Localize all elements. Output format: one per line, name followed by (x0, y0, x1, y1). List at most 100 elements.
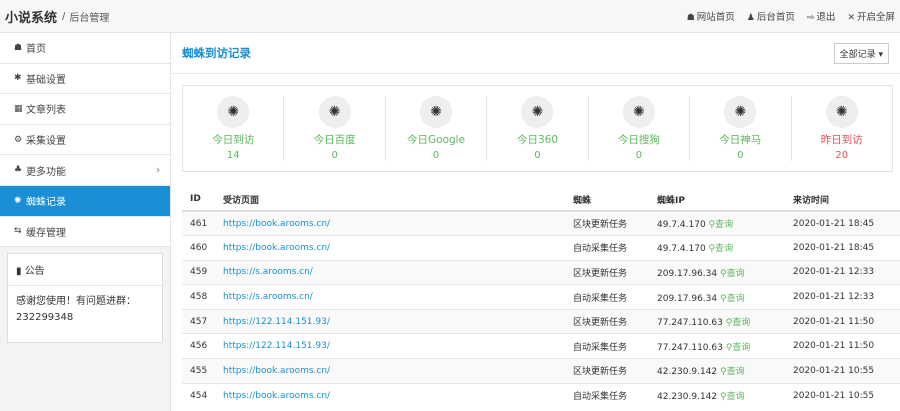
notice-body: 感谢您使用！有问题进群：232299348 (16, 296, 136, 324)
spider-name: 区块更新任务 (565, 210, 649, 236)
query-label: 查询 (726, 392, 745, 403)
spider-ip: 209.17.96.34 (657, 293, 718, 304)
query-label: 查询 (726, 293, 745, 304)
query-link[interactable]: ⚲查询 (709, 220, 734, 230)
spider-table: ID 受访页面 蜘蛛 蜘蛛IP 来访时间 461 https://book.arooms.… (182, 188, 900, 408)
bug-icon: ✺ (724, 96, 757, 128)
sitemap-icon: ♣ (14, 165, 23, 176)
top-nav-link[interactable]: ♟ 后台首页 (747, 9, 795, 23)
sidebar-item[interactable]: ⇆ 缓存管理 (0, 216, 170, 248)
visited-page-link[interactable]: https://book.arooms.cn/ (223, 366, 330, 376)
top-nav-link[interactable]: ✕ 开启全屏 (847, 9, 895, 23)
row-id: 455 (182, 358, 215, 384)
stat-label: 今日360 (516, 134, 558, 146)
top-nav-link[interactable]: ⇨ 退出 (807, 9, 836, 23)
top-nav-label: 开启全屏 (856, 12, 895, 23)
top-nav-label: 网站首页 (696, 12, 735, 23)
search-icon: ⚲ (720, 392, 727, 403)
spider-name: 自动采集任务 (565, 284, 649, 310)
sidebar-item[interactable]: ☗ 首页 (0, 33, 170, 64)
visited-page-link[interactable]: https://s.arooms.cn/ (223, 292, 313, 302)
row-id: 461 (182, 210, 215, 236)
query-label: 查询 (732, 342, 751, 353)
spider-ip: 49.7.4.170 (657, 220, 706, 231)
sidebar-item-label: 蜘蛛记录 (26, 197, 66, 209)
stat-item: ✺ 今日百度 0 (284, 96, 386, 161)
visited-page-link[interactable]: https://s.arooms.cn/ (223, 267, 313, 277)
row-id: 460 (182, 235, 215, 261)
row-id: 458 (182, 284, 215, 310)
visit-time: 2020-01-21 10:55 (785, 358, 900, 384)
visit-time: 2020-01-21 12:33 (785, 284, 900, 310)
spider-name: 区块更新任务 (565, 259, 649, 285)
main-content: 蜘蛛到访记录 全部记录 ▾ ✺ 今日到访 14 ✺ 今日百度 0 ✺ 今日Google 0 ✺ 今日… (171, 33, 900, 411)
visit-time: 2020-01-21 12:33 (785, 259, 900, 285)
query-link[interactable]: ⚲查询 (720, 392, 745, 402)
spider-name: 区块更新任务 (565, 358, 649, 384)
stat-value: 20 (835, 150, 849, 161)
stat-label: 昨日到访 (820, 134, 863, 146)
stat-item: ✺ 昨日到访 20 (792, 96, 892, 161)
spider-ip: 42.230.9.142 (657, 392, 718, 403)
query-link[interactable]: ⚲查询 (726, 343, 751, 353)
bookmark-icon: ▮ (16, 266, 25, 278)
notice-panel: ▮ 公告 感谢您使用！有问题进群：232299348 (7, 253, 163, 344)
visit-time: 2020-01-21 18:45 (785, 210, 900, 236)
query-link[interactable]: ⚲查询 (726, 318, 751, 328)
table-row: 454 https://book.arooms.cn/自动采集任务 42.230.9… (182, 382, 900, 408)
visited-page-link[interactable]: https://122.114.151.93/ (223, 317, 330, 327)
top-nav: ☗ 网站首页 ♟ 后台首页 ⇨ 退出 ✕ 开启全屏 (687, 9, 895, 23)
sidebar: ☗ 首页 ✱ 基础设置 ▦ 文章列表 ⚙ 采集设置 ♣ 更多功能 › ✺ 蜘蛛记录 ⇆ 缓存管理 ▮ 公告 … (0, 33, 171, 411)
sidebar-item[interactable]: ♣ 更多功能 › (0, 155, 170, 186)
sidebar-item[interactable]: ▦ 文章列表 (0, 94, 170, 125)
brand-subtitle: 后台管理 (69, 12, 110, 24)
query-link[interactable]: ⚲查询 (720, 269, 745, 279)
stat-value: 0 (331, 150, 338, 161)
query-label: 查询 (715, 220, 734, 231)
table-row: 457 https://122.114.151.93/区块更新任务 77.247.1… (182, 308, 900, 334)
query-label: 查询 (726, 367, 745, 378)
stat-label: 今日搜狗 (617, 134, 660, 146)
column-header: 蜘蛛IP (649, 188, 785, 212)
sidebar-item-label: 首页 (26, 44, 46, 56)
table-row: 460 https://book.arooms.cn/自动采集任务 49.7.4.1… (182, 235, 900, 261)
query-link[interactable]: ⚲查询 (720, 367, 745, 377)
search-icon: ⚲ (720, 268, 727, 279)
stat-item: ✺ 今日Google 0 (386, 96, 488, 161)
sidebar-item-label: 基础设置 (26, 74, 66, 86)
home-icon: ☗ (14, 42, 23, 53)
column-header: 受访页面 (215, 188, 565, 212)
stat-value: 0 (534, 150, 541, 161)
brand-separator: / (62, 10, 66, 22)
page-title: 蜘蛛到访记录 (182, 46, 251, 60)
top-nav-link[interactable]: ☗ 网站首页 (687, 9, 735, 23)
record-filter-dropdown[interactable]: 全部记录 ▾ (833, 42, 889, 64)
sidebar-item[interactable]: ⚙ 采集设置 (0, 124, 170, 156)
stat-value: 0 (432, 150, 440, 161)
query-label: 查询 (715, 244, 734, 255)
query-link[interactable]: ⚲查询 (709, 244, 734, 254)
refresh-icon: ⇆ (14, 226, 22, 237)
visited-page-link[interactable]: https://book.arooms.cn/ (223, 243, 330, 253)
stat-label: 今日神马 (719, 134, 762, 146)
visited-page-link[interactable]: https://book.arooms.cn/ (223, 391, 330, 401)
visit-time: 2020-01-21 18:45 (785, 235, 900, 261)
visit-time: 2020-01-21 11:50 (785, 333, 900, 359)
table-icon: ▦ (14, 103, 23, 114)
search-icon: ⚲ (720, 293, 727, 304)
query-link[interactable]: ⚲查询 (720, 294, 745, 304)
row-id: 456 (182, 333, 215, 359)
visited-page-link[interactable]: https://book.arooms.cn/ (223, 219, 330, 229)
visited-page-link[interactable]: https://122.114.151.93/ (223, 341, 330, 351)
table-row: 458 https://s.arooms.cn/自动采集任务 209.17.96.3… (182, 284, 900, 310)
record-filter-label: 全部记录 (839, 49, 876, 60)
chevron-right-icon: › (156, 164, 160, 176)
stat-label: 今日Google (407, 134, 466, 146)
stat-item: ✺ 今日360 0 (487, 96, 589, 161)
sidebar-item-label: 采集设置 (26, 136, 66, 148)
sidebar-item[interactable]: ✺ 蜘蛛记录 (0, 185, 170, 217)
column-header: 来访时间 (785, 188, 900, 212)
spider-name: 自动采集任务 (565, 333, 649, 359)
brand[interactable]: 小说系统 (5, 7, 57, 26)
sidebar-item[interactable]: ✱ 基础设置 (0, 63, 170, 95)
